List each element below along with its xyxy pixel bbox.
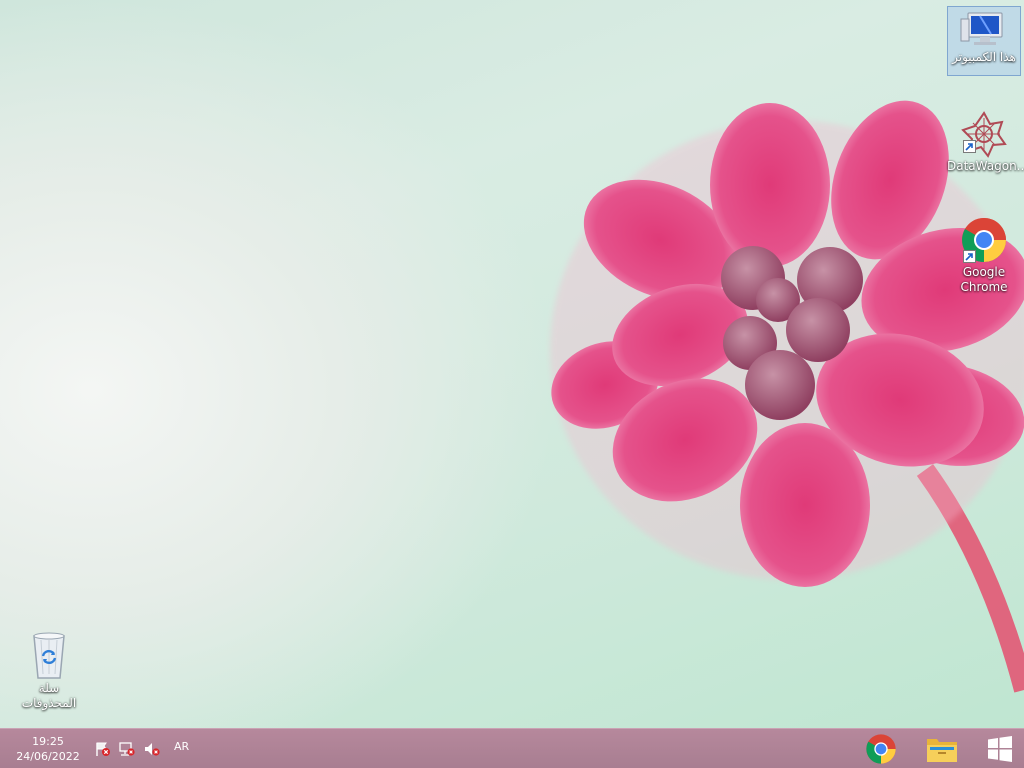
google-chrome-label: Google Chrome xyxy=(960,265,1008,294)
chrome-icon xyxy=(866,734,896,764)
desktop[interactable]: هذا الكمبيوتر DataWagon... Google Chrome… xyxy=(0,0,1024,728)
network-icon[interactable] xyxy=(118,741,135,757)
file-explorer-icon xyxy=(927,739,957,762)
taskbar: 19:25 24/06/2022 AR xyxy=(0,728,1024,768)
taskbar-chrome-button[interactable] xyxy=(859,731,903,767)
shortcut-arrow-icon xyxy=(963,140,976,153)
clock-time: 19:25 xyxy=(32,735,64,748)
this-pc-desktop-icon[interactable]: هذا الكمبيوتر xyxy=(947,6,1021,76)
wallpaper-flower xyxy=(550,100,1024,693)
monitor-icon xyxy=(960,12,1003,45)
recycle-bin-desktop-icon[interactable]: سلة المحذوفات xyxy=(12,628,86,711)
recycle-bin-label: سلة المحذوفات xyxy=(21,681,77,710)
recycle-bin-icon xyxy=(33,632,65,679)
language-indicator[interactable]: AR xyxy=(174,740,189,753)
google-chrome-desktop-icon[interactable]: Google Chrome xyxy=(947,214,1021,295)
taskbar-file-explorer-button[interactable] xyxy=(920,731,964,767)
start-button[interactable] xyxy=(978,731,1022,767)
datawagon-label: DataWagon... xyxy=(947,159,1024,173)
datawagon-desktop-icon[interactable]: DataWagon... xyxy=(947,108,1024,174)
action-center-flag-icon[interactable] xyxy=(94,741,111,757)
clock-date: 24/06/2022 xyxy=(16,750,80,763)
this-pc-label: هذا الكمبيوتر xyxy=(952,50,1016,64)
shortcut-arrow-icon xyxy=(963,250,976,263)
volume-muted-icon[interactable] xyxy=(143,741,160,757)
windows-start-icon xyxy=(988,736,1012,762)
taskbar-clock[interactable]: 19:25 24/06/2022 xyxy=(10,734,86,764)
